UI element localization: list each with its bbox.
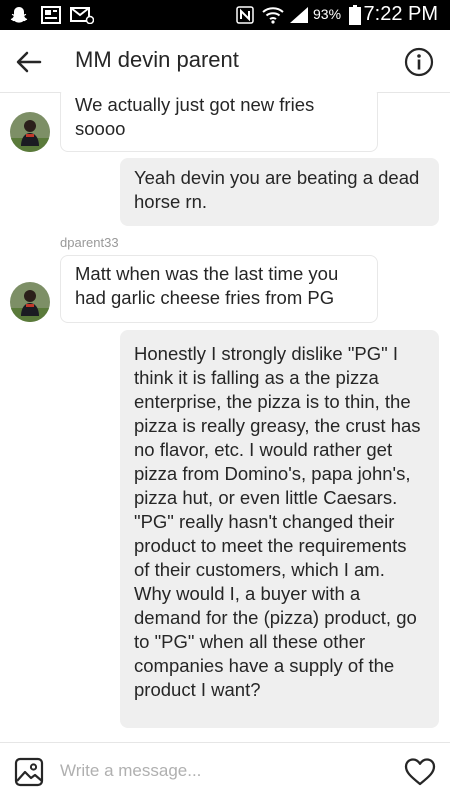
- message-bubble[interactable]: Honestly I strongly dislike "PG" I think…: [120, 330, 439, 728]
- sender-name: dparent33: [60, 235, 119, 250]
- wifi-icon: [262, 7, 284, 24]
- signal-icon: [290, 7, 308, 23]
- news-icon: [41, 6, 61, 24]
- battery-percent: 93%: [313, 6, 342, 22]
- conversation-title: MM devin parent: [75, 47, 239, 72]
- message-text: Yeah devin you are beating a dead horse …: [134, 167, 420, 212]
- message-text: Honestly I strongly dislike "PG" I think…: [134, 343, 421, 700]
- clock: 7:22 PM: [363, 3, 438, 25]
- avatar[interactable]: [10, 282, 50, 322]
- conversation-header: MM devin parent: [0, 30, 450, 93]
- message-input[interactable]: [60, 758, 380, 784]
- status-bar: 93% 7:22 PM: [0, 0, 450, 30]
- message-bubble[interactable]: We actually just got new fries soooo: [60, 92, 378, 152]
- arrow-left-icon[interactable]: [14, 48, 44, 76]
- image-gallery-icon[interactable]: [14, 757, 44, 787]
- message-bubble[interactable]: Matt when was the last time you had garl…: [60, 255, 378, 323]
- message-thread[interactable]: We actually just got new fries soooo Yea…: [0, 92, 450, 742]
- email-icon: [70, 7, 94, 24]
- message-text: Matt when was the last time you had garl…: [75, 263, 339, 308]
- battery-icon: [349, 5, 361, 25]
- message-bubble[interactable]: Yeah devin you are beating a dead horse …: [120, 158, 439, 226]
- avatar[interactable]: [10, 112, 50, 152]
- message-text: We actually just got new fries soooo: [75, 94, 315, 139]
- heart-icon[interactable]: [404, 757, 436, 787]
- message-composer: [0, 742, 450, 801]
- info-circle-icon[interactable]: [404, 47, 434, 77]
- snapchat-icon: [10, 7, 28, 23]
- nfc-icon: [236, 6, 254, 24]
